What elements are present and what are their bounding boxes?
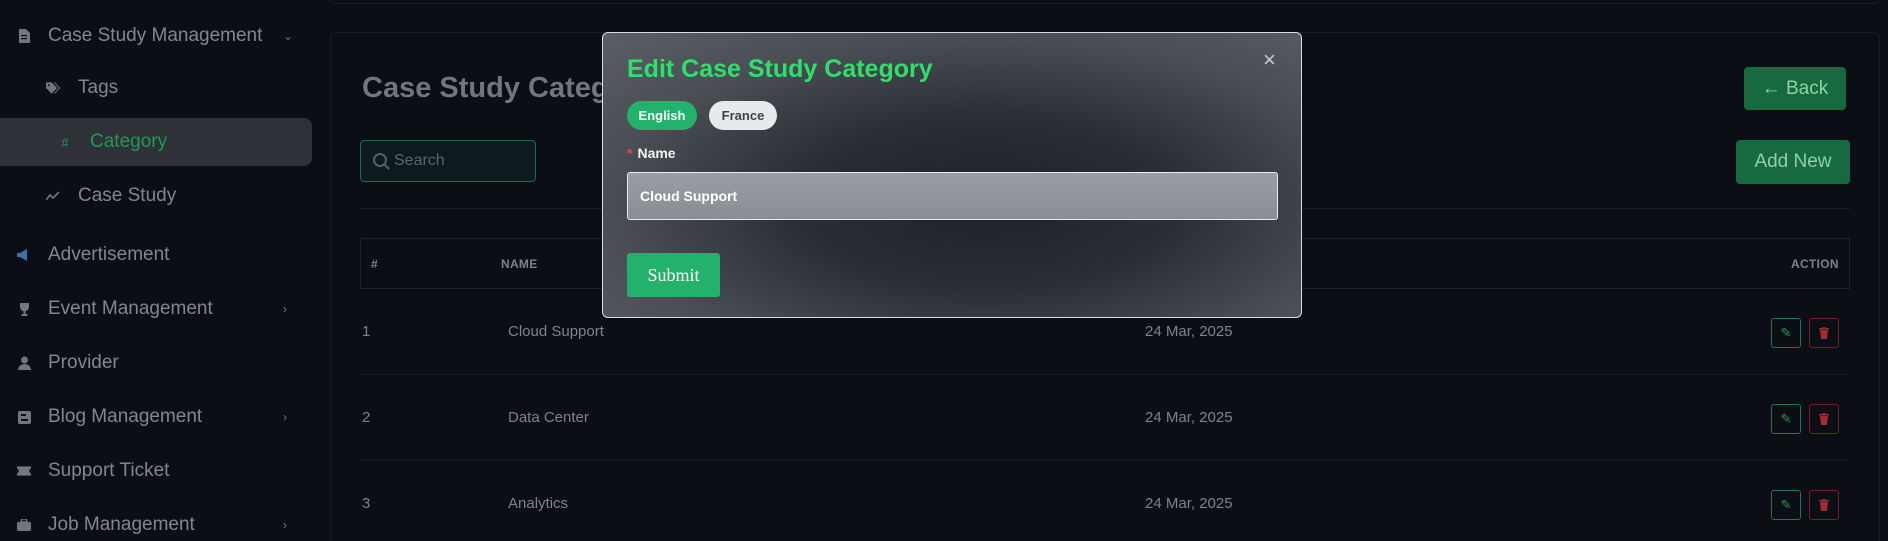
chevron-right-icon: › [283, 410, 287, 424]
row-date: 24 Mar, 2025 [1145, 323, 1233, 340]
sidebar-item-label: Tags [78, 77, 119, 98]
name-field-label: * Name [627, 145, 676, 161]
search-icon [373, 153, 387, 167]
submit-button[interactable]: Submit [627, 253, 720, 297]
chart-line-icon [46, 189, 60, 203]
sidebar-item-case-study-management[interactable]: Case Study Management ⌄ [0, 14, 312, 58]
sidebar-item-label: Case Study [78, 185, 177, 206]
sidebar-item-label: Case Study Management [48, 25, 263, 46]
row-number: 3 [362, 495, 371, 512]
row-name: Data Center [508, 409, 589, 426]
pencil-icon: ✎ [1780, 497, 1792, 512]
sidebar-item-tags[interactable]: Tags [0, 66, 312, 110]
sidebar-item-label: Job Management [48, 514, 195, 535]
chevron-right-icon: › [283, 518, 287, 532]
row-date: 24 Mar, 2025 [1145, 409, 1233, 426]
hashtag-icon: # [61, 134, 69, 150]
megaphone-icon [17, 248, 31, 262]
row-date: 24 Mar, 2025 [1145, 495, 1233, 512]
sidebar: Case Study Management ⌄ Tags # Category … [0, 0, 328, 541]
pencil-icon: ✎ [1780, 411, 1792, 426]
sidebar-item-label: Event Management [48, 298, 213, 319]
top-card-edge [330, 0, 1880, 4]
briefcase-icon [17, 518, 31, 532]
delete-button[interactable] [1809, 318, 1839, 348]
trash-icon [1819, 327, 1829, 339]
back-button[interactable]: ← Back [1744, 67, 1846, 110]
sidebar-item-label: Support Ticket [48, 460, 170, 481]
pencil-icon: ✎ [1780, 325, 1792, 340]
chevron-down-icon: ⌄ [283, 29, 294, 43]
name-field[interactable] [627, 172, 1278, 220]
blog-icon [17, 410, 31, 424]
document-icon [17, 29, 31, 43]
user-icon [17, 356, 31, 370]
modal-title: Edit Case Study Category [627, 55, 933, 83]
table-row: 2 Data Center 24 Mar, 2025 ✎ [360, 375, 1850, 461]
sidebar-item-label: Category [90, 131, 168, 152]
sidebar-item-label: Blog Management [48, 406, 203, 427]
row-name: Analytics [508, 495, 569, 512]
sidebar-item-advertisement[interactable]: Advertisement [0, 233, 312, 277]
required-mark: * [627, 145, 633, 161]
tags-icon [46, 81, 60, 95]
sidebar-item-case-study[interactable]: Case Study [0, 174, 312, 218]
trash-icon [1819, 499, 1829, 511]
edit-button[interactable]: ✎ [1771, 490, 1801, 520]
sidebar-item-label: Provider [48, 352, 119, 373]
edit-button[interactable]: ✎ [1771, 404, 1801, 434]
column-header-name: NAME [501, 257, 538, 271]
add-new-button[interactable]: Add New [1736, 140, 1850, 184]
column-header-action: ACTION [1791, 257, 1839, 271]
chevron-right-icon: › [283, 302, 287, 316]
name-label-text: Name [637, 145, 676, 161]
search-input[interactable] [394, 141, 524, 181]
edit-category-modal: Edit Case Study Category × English Franc… [602, 32, 1302, 318]
sidebar-item-event-management[interactable]: Event Management › [0, 287, 312, 331]
delete-button[interactable] [1809, 404, 1839, 434]
sidebar-item-support-ticket[interactable]: Support Ticket [0, 449, 312, 493]
sidebar-item-job-management[interactable]: Job Management › [0, 503, 312, 541]
column-header-number: # [371, 257, 378, 271]
search-box [360, 140, 536, 182]
page-title: Case Study Categ [362, 72, 609, 104]
trash-icon [1819, 413, 1829, 425]
row-name: Cloud Support [508, 323, 604, 340]
language-tab-france[interactable]: France [709, 101, 777, 130]
sidebar-item-blog-management[interactable]: Blog Management › [0, 395, 312, 439]
sidebar-item-provider[interactable]: Provider [0, 341, 312, 385]
row-number: 2 [362, 409, 371, 426]
row-number: 1 [362, 323, 371, 340]
delete-button[interactable] [1809, 490, 1839, 520]
ticket-icon [17, 464, 31, 478]
close-icon[interactable]: × [1263, 47, 1276, 73]
table-row: 3 Analytics 24 Mar, 2025 ✎ [360, 461, 1850, 541]
edit-button[interactable]: ✎ [1771, 318, 1801, 348]
sidebar-item-category[interactable]: # Category [0, 118, 312, 166]
sidebar-item-label: Advertisement [48, 244, 170, 265]
trophy-icon [17, 302, 31, 316]
language-tab-english[interactable]: English [627, 101, 697, 130]
